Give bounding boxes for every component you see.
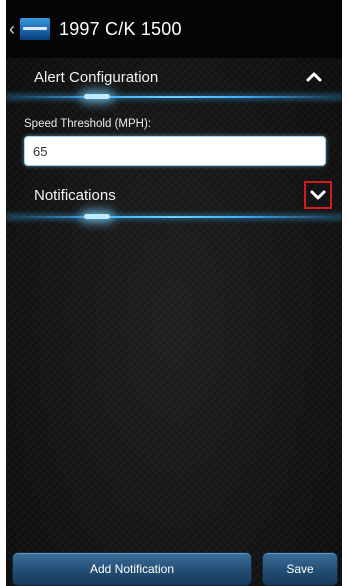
page-title: 1997 C/K 1500 <box>59 18 182 39</box>
speed-threshold-label: Speed Threshold (MPH): <box>24 118 151 130</box>
expand-notifications-button[interactable] <box>304 181 332 209</box>
divider <box>6 96 342 98</box>
alert-configuration-title: Alert Configuration <box>34 68 159 86</box>
app-screen: ‹ 1997 C/K 1500 Alert Configuration Spee… <box>6 0 342 586</box>
notifications-title: Notifications <box>34 186 116 204</box>
divider-glow <box>84 214 110 219</box>
app-logo-icon[interactable] <box>20 18 50 40</box>
action-bar: ‹ 1997 C/K 1500 <box>6 0 342 58</box>
divider <box>6 216 342 218</box>
back-button[interactable]: ‹ <box>6 0 18 58</box>
alert-configuration-header[interactable]: Alert Configuration <box>6 58 342 96</box>
notifications-header[interactable]: Notifications <box>6 176 342 214</box>
save-button[interactable]: Save <box>262 552 338 586</box>
add-notification-button[interactable]: Add Notification <box>12 552 252 586</box>
chevron-up-icon <box>306 72 322 82</box>
divider-glow <box>84 94 110 99</box>
collapse-alert-button[interactable] <box>300 63 328 91</box>
chevron-down-icon <box>310 190 326 200</box>
chevron-left-icon: ‹ <box>9 18 15 39</box>
speed-threshold-input[interactable] <box>24 136 326 166</box>
